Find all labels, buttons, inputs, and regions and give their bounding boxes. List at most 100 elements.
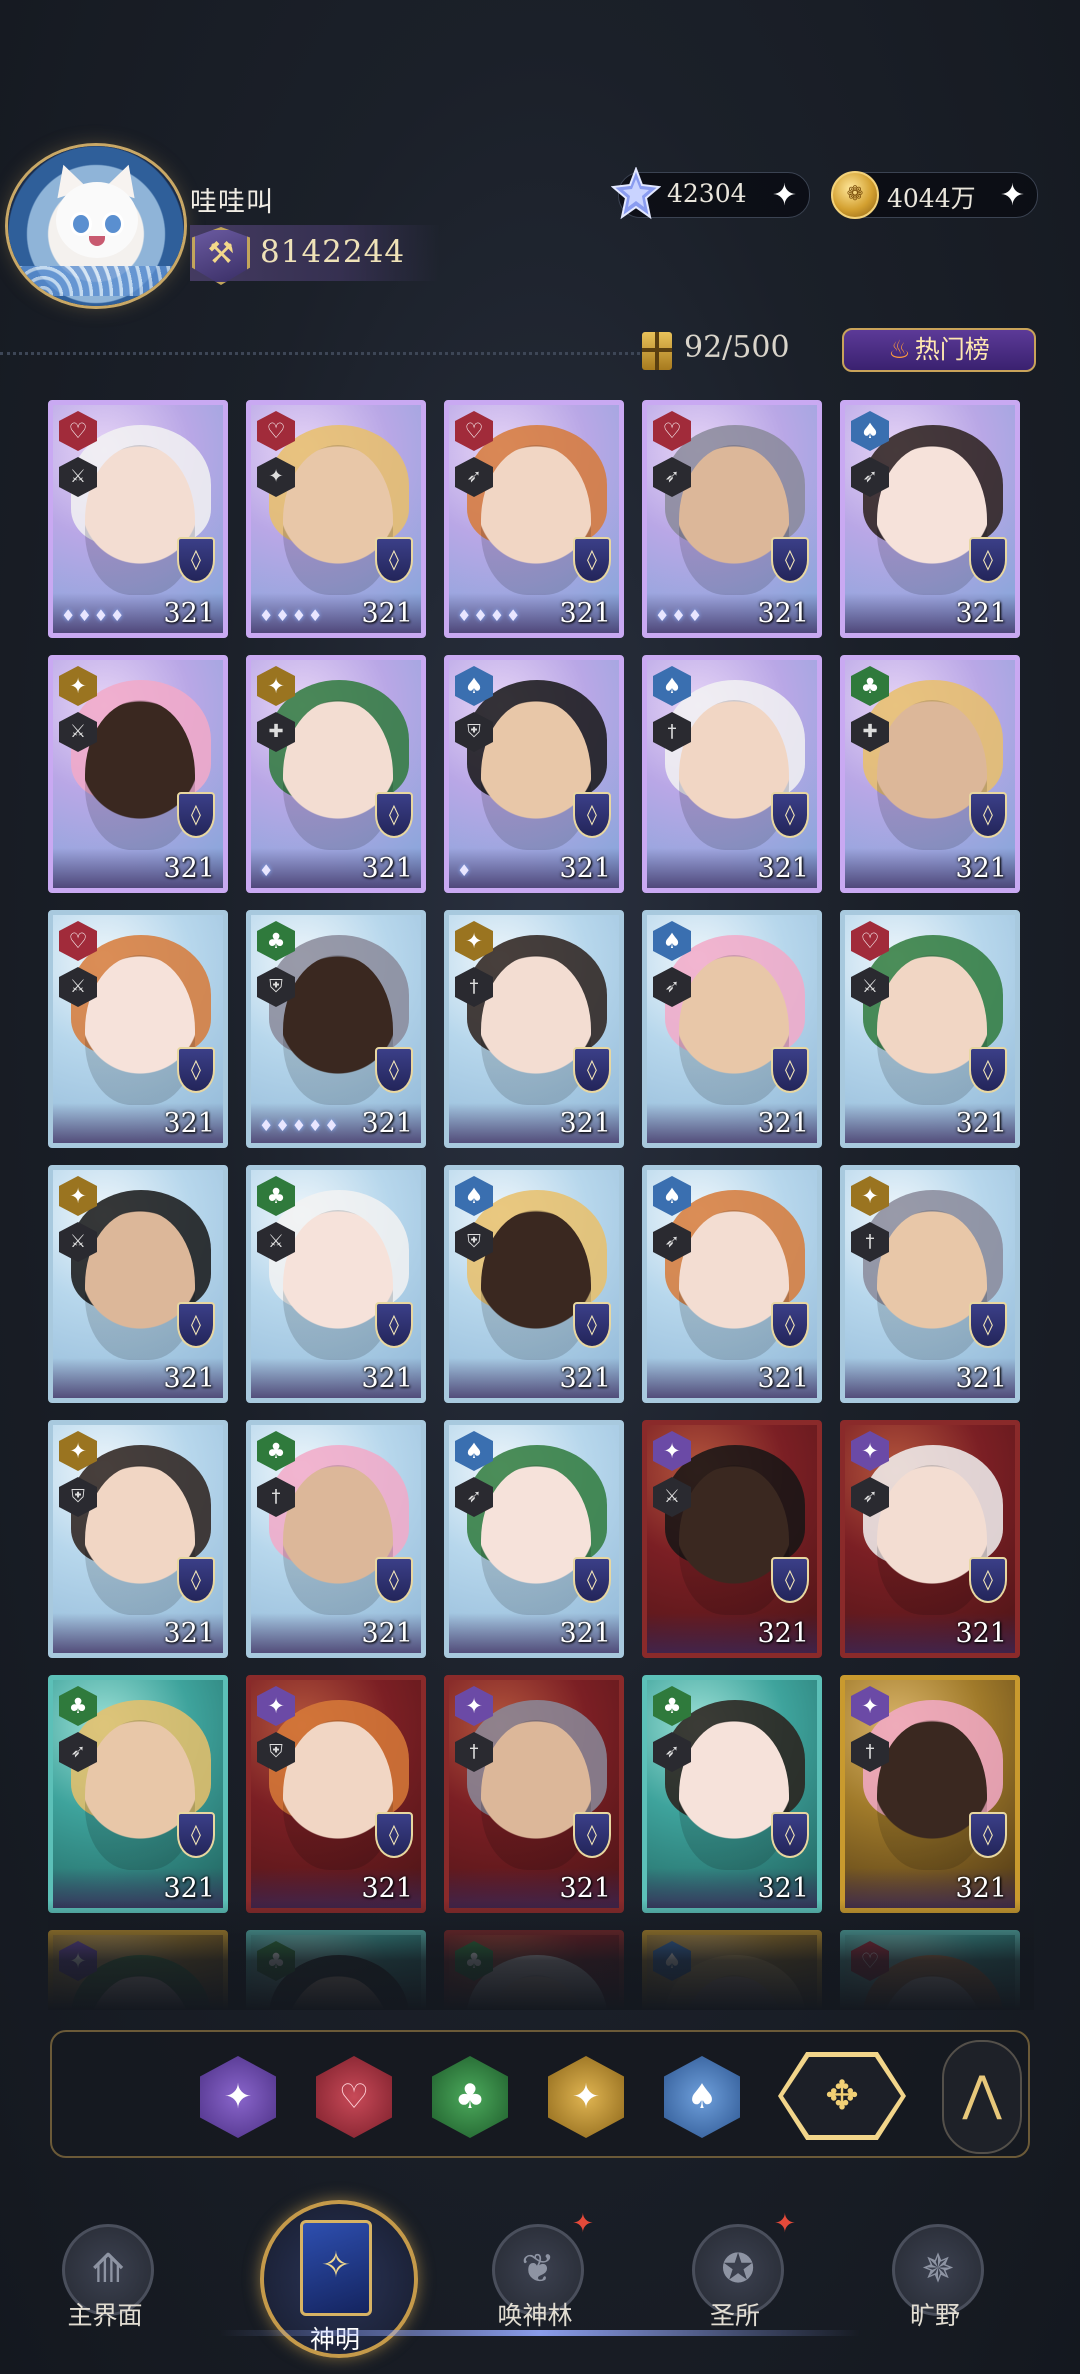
- card-level: 321: [361, 853, 413, 884]
- hero-card[interactable]: ♠ ➶ ◊ 321: [642, 910, 822, 1148]
- divider: [0, 352, 640, 355]
- card-level: 321: [955, 598, 1007, 629]
- hero-card[interactable]: ♣ ⚔ ◊ 321: [246, 1165, 426, 1403]
- card-portrait: [481, 1210, 591, 1360]
- card-portrait: [85, 1465, 195, 1615]
- nav-main[interactable]: ⟰ 主界面: [30, 2200, 180, 2370]
- card-level: 321: [955, 1618, 1007, 1649]
- hero-card[interactable]: ♡ ⚔ ◊ ♦♦♦♦ 321: [48, 400, 228, 638]
- hero-card[interactable]: ♡ ⚔ ◊ 321: [840, 910, 1020, 1148]
- nav-sanctuary[interactable]: ✪ ✦ 圣所: [660, 2200, 810, 2370]
- hero-card[interactable]: ♡ ⚔ ◊ 321: [48, 910, 228, 1148]
- nav-main-label: 主界面: [67, 2301, 143, 2330]
- card-stars: ♦♦♦♦: [457, 606, 523, 625]
- bottom-nav: ⟰ 主界面 ✧ 神明 ❦ ✦ 唤神林 ✪ ✦ 圣所 ✵ 旷野: [0, 2200, 1080, 2374]
- card-level: 321: [955, 1108, 1007, 1139]
- hero-card[interactable]: ♠ ⛨ ◊ ♦ 321: [444, 655, 624, 893]
- collapse-filter-button[interactable]: ⋀: [942, 2040, 1022, 2154]
- filter-star[interactable]: ✦: [200, 2056, 276, 2138]
- card-portrait: [481, 700, 591, 850]
- combat-power-value: 8142244: [260, 234, 406, 270]
- nav-gods[interactable]: ✧ 神明: [250, 2200, 420, 2374]
- card-portrait: [679, 1210, 789, 1360]
- gem-currency[interactable]: 42304 ✦: [611, 167, 810, 220]
- card-portrait: [283, 700, 393, 850]
- hero-card[interactable]: ♠ ➶ ◊ 321: [642, 1165, 822, 1403]
- nav-summon-label: 唤神林: [497, 2301, 573, 2330]
- spade-suit-icon: ♠: [686, 2077, 718, 2117]
- card-level: 321: [559, 1618, 611, 1649]
- add-gem-icon[interactable]: ✦: [772, 178, 797, 213]
- hero-card[interactable]: ♠ ⛨ ◊ 321: [444, 1165, 624, 1403]
- hero-card[interactable]: ✦ ⛨ ◊ 321: [246, 1675, 426, 1913]
- hero-card[interactable]: ♣ ✚ ◊ 321: [840, 655, 1020, 893]
- card-box-icon: [642, 332, 672, 370]
- rank-shield-icon: ◊: [375, 792, 413, 838]
- rank-shield-icon: ◊: [771, 1812, 809, 1858]
- card-portrait: [679, 445, 789, 595]
- suit-filter-bar: ✦ ♡ ♣ ✦ ♠ ✥ ⋀: [50, 2030, 1030, 2158]
- hero-card[interactable]: ♣ ➶ ◊ 321: [48, 1675, 228, 1913]
- hot-ranking-button[interactable]: ♨ 热门榜: [842, 328, 1036, 372]
- hero-card[interactable]: ✦ ✚ ◊ ♦ 321: [246, 655, 426, 893]
- nav-glow: [220, 2330, 860, 2336]
- hero-card[interactable]: ♠ ➶ ◊ 321: [444, 1420, 624, 1658]
- avatar-wave: [8, 266, 184, 296]
- rank-shield-icon: ◊: [573, 1812, 611, 1858]
- filter-spade[interactable]: ♠: [664, 2056, 740, 2138]
- all-suits-icon: ✥: [783, 2057, 901, 2135]
- card-level: 321: [955, 853, 1007, 884]
- hero-card[interactable]: ✦ ⚔ ◊ 321: [48, 1165, 228, 1403]
- hero-card[interactable]: ✦ ➶ ◊ 321: [840, 1420, 1020, 1658]
- hero-card[interactable]: ♡ ✦ ◊ ♦♦♦♦ 321: [246, 400, 426, 638]
- hero-card[interactable]: ✦ ⚔ ◊ 321: [642, 1420, 822, 1658]
- hero-card[interactable]: ♣ † ◊ 321: [246, 1420, 426, 1658]
- rank-shield-icon: ◊: [969, 537, 1007, 583]
- rank-shield-icon: ◊: [177, 1812, 215, 1858]
- filter-heart[interactable]: ♡: [316, 2056, 392, 2138]
- card-portrait: [877, 955, 987, 1105]
- rank-shield-icon: ◊: [771, 1302, 809, 1348]
- hot-ranking-label: 热门榜: [914, 335, 990, 364]
- hero-card[interactable]: ♠ ➶ ◊ 321: [840, 400, 1020, 638]
- hero-card[interactable]: ✦ ⛨ ◊ 321: [48, 1420, 228, 1658]
- rank-shield-icon: ◊: [375, 537, 413, 583]
- card-portrait: [85, 445, 195, 595]
- filter-diamond[interactable]: ✦: [548, 2056, 624, 2138]
- player-avatar[interactable]: [8, 146, 184, 306]
- hero-card[interactable]: ♠ † ◊ 321: [642, 655, 822, 893]
- nav-summon[interactable]: ❦ ✦ 唤神林: [460, 2200, 610, 2370]
- gold-value: 4044万: [887, 184, 976, 213]
- card-level: 321: [361, 598, 413, 629]
- nav-wilds[interactable]: ✵ 旷野: [860, 2200, 1010, 2370]
- hero-card[interactable]: ✦ † ◊ 321: [840, 1165, 1020, 1403]
- rank-shield-icon: ◊: [771, 1047, 809, 1093]
- rank-shield-icon: ◊: [969, 1302, 1007, 1348]
- rank-shield-icon: ◊: [375, 1047, 413, 1093]
- rank-shield-icon: ◊: [573, 1302, 611, 1348]
- hero-card[interactable]: ✦ ⚔ ◊ 321: [48, 655, 228, 893]
- avatar-cat-face: [56, 182, 138, 258]
- card-stars: ♦♦♦♦: [259, 606, 325, 625]
- hero-card[interactable]: ✦ † ◊ 321: [444, 1675, 624, 1913]
- rank-shield-icon: ◊: [177, 537, 215, 583]
- hero-card[interactable]: ♣ ⛨ ◊ ♦♦♦♦♦ 321: [246, 910, 426, 1148]
- card-portrait: [283, 1720, 393, 1870]
- card-portrait: [679, 1720, 789, 1870]
- add-gold-icon[interactable]: ✦: [1000, 178, 1025, 213]
- card-portrait: [481, 1465, 591, 1615]
- hero-card[interactable]: ♣ ➶ ◊ 321: [642, 1675, 822, 1913]
- card-portrait: [481, 955, 591, 1105]
- hero-card[interactable]: ✦ † ◊ 321: [840, 1675, 1020, 1913]
- hero-card[interactable]: ✦ † ◊ 321: [444, 910, 624, 1148]
- card-portrait: [85, 1210, 195, 1360]
- filter-all[interactable]: ✥: [778, 2052, 906, 2140]
- hero-card[interactable]: ♡ ➶ ◊ ♦♦♦ 321: [642, 400, 822, 638]
- rank-shield-icon: ◊: [969, 792, 1007, 838]
- gold-currency[interactable]: ❁ 4044万 ✦: [831, 171, 1038, 219]
- filter-club[interactable]: ♣: [432, 2056, 508, 2138]
- rank-shield-icon: ◊: [969, 1812, 1007, 1858]
- card-portrait: [877, 445, 987, 595]
- nav-gods-label: 神明: [309, 2325, 360, 2354]
- hero-card[interactable]: ♡ ➶ ◊ ♦♦♦♦ 321: [444, 400, 624, 638]
